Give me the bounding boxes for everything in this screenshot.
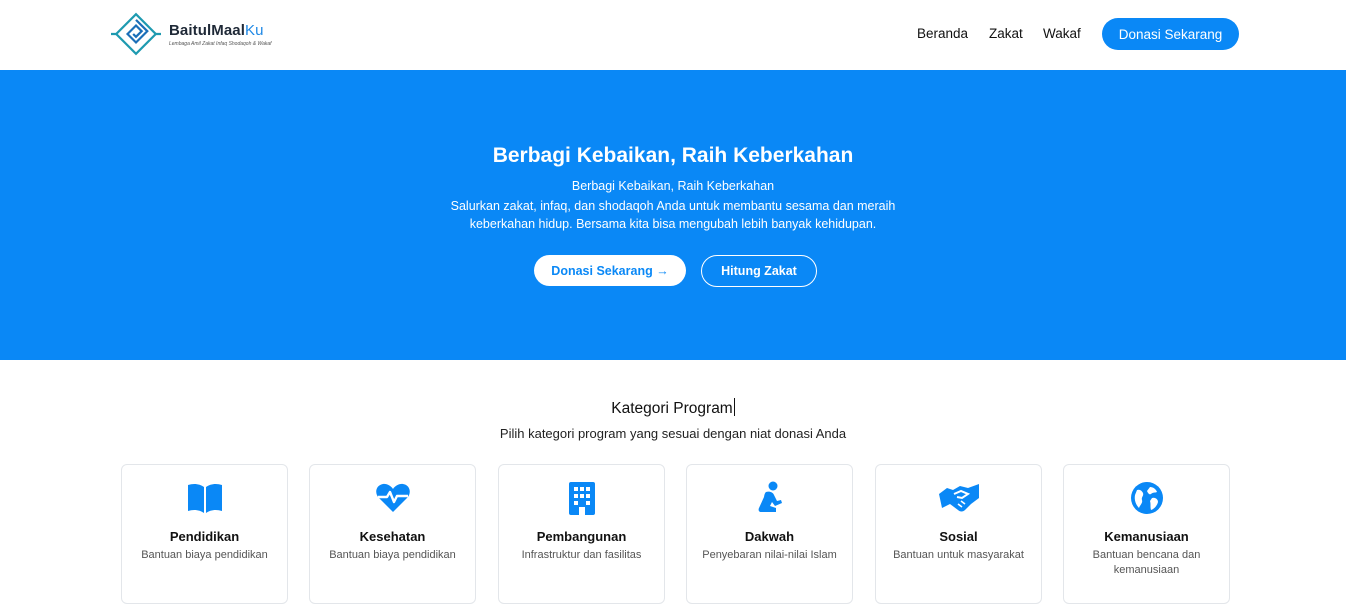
book-icon xyxy=(122,481,287,515)
brand-text: BaitulMaalKu Lembaga Amil Zakat Infaq Sh… xyxy=(169,22,272,47)
category-card-kesehatan[interactable]: Kesehatan Bantuan biaya pendidikan xyxy=(309,464,476,604)
handshake-icon xyxy=(876,481,1041,515)
category-title: Pendidikan xyxy=(169,529,240,544)
category-description: Bantuan bencana dan kemanusiaan xyxy=(1092,549,1201,576)
hero-subtitle: Berbagi Kebaikan, Raih Keberkahan xyxy=(571,179,775,193)
category-description: Bantuan biaya pendidikan xyxy=(141,549,268,561)
category-title: Sosial xyxy=(939,529,978,544)
category-card-sosial[interactable]: Sosial Bantuan untuk masyarakat xyxy=(875,464,1042,604)
category-description: Bantuan biaya pendidikan xyxy=(329,549,456,561)
category-title: Kemanusiaan xyxy=(1104,529,1189,544)
site-header: BaitulMaalKu Lembaga Amil Zakat Infaq Sh… xyxy=(0,0,1346,70)
heart-pulse-icon xyxy=(310,481,475,515)
brand-logo[interactable]: BaitulMaalKu Lembaga Amil Zakat Infaq Sh… xyxy=(111,10,281,58)
category-description: Bantuan untuk masyarakat xyxy=(893,549,1024,561)
hero-title: Berbagi Kebaikan, Raih Keberkahan xyxy=(492,144,854,167)
nav-link-zakat[interactable]: Zakat xyxy=(989,26,1023,41)
hero-section: Berbagi Kebaikan, Raih Keberkahan Berbag… xyxy=(0,70,1346,360)
text-cursor xyxy=(733,398,735,416)
globe-icon xyxy=(1064,481,1229,515)
calculate-zakat-button[interactable]: Hitung Zakat xyxy=(701,255,817,287)
hero-description: Salurkan zakat, infaq, dan shodaqoh Anda… xyxy=(450,199,896,231)
categories-subtitle: Pilih kategori program yang sesuai denga… xyxy=(499,426,847,441)
category-title: Dakwah xyxy=(744,529,795,544)
category-description: Infrastruktur dan fasilitas xyxy=(521,549,642,561)
category-title: Pembangunan xyxy=(536,529,627,544)
category-card-pembangunan[interactable]: Pembangunan Infrastruktur dan fasilitas xyxy=(498,464,665,604)
category-title: Kesehatan xyxy=(359,529,426,544)
category-card-pendidikan[interactable]: Pendidikan Bantuan biaya pendidikan xyxy=(121,464,288,604)
header-donate-button[interactable]: Donasi Sekarang xyxy=(1102,18,1239,50)
brand-tagline: Lembaga Amil Zakat Infaq Shodaqoh & Waka… xyxy=(169,40,272,47)
brand-name: BaitulMaalKu xyxy=(169,21,264,39)
nav-link-wakaf[interactable]: Wakaf xyxy=(1043,26,1081,41)
category-card-dakwah[interactable]: Dakwah Penyebaran nilai-nilai Islam xyxy=(686,464,853,604)
category-description: Penyebaran nilai-nilai Islam xyxy=(702,549,837,561)
hero-donate-button[interactable]: Donasi Sekarang → xyxy=(534,255,686,286)
praying-person-icon xyxy=(687,481,852,515)
logo-mark-icon xyxy=(111,12,161,56)
categories-title: Kategori Program xyxy=(611,398,735,417)
nav-link-beranda[interactable]: Beranda xyxy=(917,26,968,41)
building-icon xyxy=(499,481,664,515)
category-card-kemanusiaan[interactable]: Kemanusiaan Bantuan bencana dan kemanusi… xyxy=(1063,464,1230,604)
